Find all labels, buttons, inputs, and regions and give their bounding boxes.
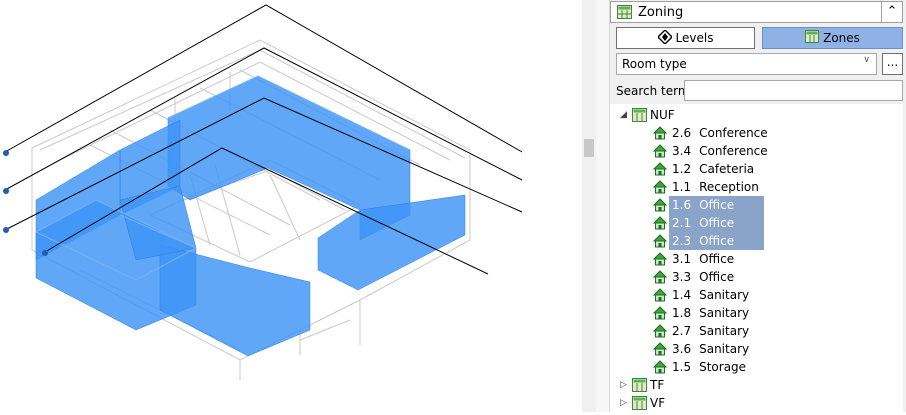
room-name: Office	[699, 234, 735, 248]
tree-item-label: 1.1 Reception	[672, 178, 759, 196]
room-number: 2.7	[672, 324, 692, 338]
levels-button[interactable]: Levels	[616, 27, 755, 49]
panel-splitter[interactable]	[582, 0, 596, 412]
room-number: 3.4	[672, 144, 692, 158]
room-number: 1.6	[672, 198, 692, 212]
tree-group-label: TF	[650, 378, 665, 392]
room-name: Office	[699, 198, 735, 212]
room-number: 2.6	[672, 126, 692, 140]
tree-item[interactable]: 1.5 Storage	[652, 358, 883, 376]
tree-item-label: 2.1 Office	[672, 214, 734, 232]
tree-item[interactable]: 3.6 Sanitary	[652, 340, 883, 358]
chevron-up-icon[interactable]: ⌃	[881, 2, 902, 22]
tree-item[interactable]: 1.1 Reception	[652, 178, 883, 196]
room-number: 3.6	[672, 342, 692, 356]
room-name: Storage	[699, 360, 747, 374]
more-options-button[interactable]: ...	[882, 53, 903, 75]
tree-item[interactable]: 1.2 Cafeteria	[652, 160, 883, 178]
tree-item-label: 1.4 Sanitary	[672, 286, 749, 304]
room-name: Office	[699, 270, 735, 284]
room-name: Sanitary	[699, 306, 750, 320]
room-name: Reception	[699, 180, 759, 194]
search-input[interactable]	[684, 80, 903, 101]
tree-item-label: 1.8 Sanitary	[672, 304, 749, 322]
levels-label: Levels	[675, 31, 714, 45]
tree-item[interactable]: 3.1 Office	[652, 250, 883, 268]
tree-item-label: 1.6 Office	[672, 196, 734, 214]
panel-titlebar: Zoning ⌃	[610, 1, 903, 23]
search-label: Search term	[616, 84, 690, 98]
tree-group-label: VF	[650, 396, 666, 410]
room-name: Sanitary	[699, 342, 750, 356]
room-number: 1.8	[672, 306, 692, 320]
room-name: Conference	[699, 144, 768, 158]
tree-item-label: 3.6 Sanitary	[672, 340, 749, 358]
expand-arrow-icon[interactable]: ▷	[620, 394, 632, 412]
tree-item[interactable]: 3.4 Conference	[652, 142, 883, 160]
tree-item-label: 1.5 Storage	[672, 358, 746, 376]
tree-item[interactable]: 1.6 Office	[652, 196, 883, 214]
zones-icon	[805, 30, 820, 46]
room-name: Cafeteria	[699, 162, 755, 176]
tree-item-label: 3.1 Office	[672, 250, 734, 268]
room-name: Sanitary	[699, 324, 750, 338]
expand-arrow-icon[interactable]: ▷	[620, 376, 632, 394]
room-number: 1.2	[672, 162, 692, 176]
room-number: 1.1	[672, 180, 692, 194]
grouping-combobox[interactable]: Room type ∨	[616, 53, 877, 75]
tree-group[interactable]: ◢ NUF	[620, 106, 900, 124]
isometric-building-model	[3, 4, 523, 380]
tree-item[interactable]: 2.1 Office	[652, 214, 883, 232]
tree-item-label: 2.6 Conference	[672, 124, 768, 142]
tree-item-label: 1.2 Cafeteria	[672, 160, 754, 178]
panel-edge	[596, 0, 610, 412]
tree-item[interactable]: 2.6 Conference	[652, 124, 883, 142]
room-name: Sanitary	[699, 288, 750, 302]
room-name: Office	[699, 216, 735, 230]
zones-button[interactable]: Zones	[762, 27, 903, 49]
collapse-arrow-icon[interactable]: ◢	[620, 106, 632, 124]
panel-title: Zoning	[638, 5, 684, 20]
chevron-down-icon[interactable]: ∨	[863, 55, 870, 65]
3d-viewport[interactable]	[0, 0, 582, 412]
tree-item[interactable]: 1.8 Sanitary	[652, 304, 883, 322]
zoning-panel: Zoning ⌃ Levels Zones Room type ∨ ... Se…	[596, 0, 906, 412]
tree-group[interactable]: ▷ TF	[620, 376, 900, 394]
room-number: 3.3	[672, 270, 692, 284]
grouping-value: Room type	[622, 57, 687, 71]
room-number: 2.1	[672, 216, 692, 230]
room-name: Office	[699, 252, 735, 266]
tree-item-label: 3.4 Conference	[672, 142, 768, 160]
splitter-grip[interactable]	[584, 139, 594, 157]
room-number: 1.5	[672, 360, 692, 374]
zones-table-icon	[617, 5, 632, 22]
zone-group-icon	[632, 396, 647, 415]
zone-group-icon	[632, 108, 647, 127]
tree-item[interactable]: 2.7 Sanitary	[652, 322, 883, 340]
tree-item-label: 2.7 Sanitary	[672, 322, 749, 340]
tree-group[interactable]: ▷ VF	[620, 394, 900, 412]
tree-item[interactable]: 1.4 Sanitary	[652, 286, 883, 304]
tree-item[interactable]: 3.3 Office	[652, 268, 883, 286]
tree-group-label: NUF	[650, 108, 675, 122]
room-name: Conference	[699, 126, 768, 140]
room-number: 1.4	[672, 288, 692, 302]
zones-label: Zones	[823, 31, 860, 45]
room-number: 3.1	[672, 252, 692, 266]
zone-tree[interactable]: ◢ NUF 2.6 Conference 3.4 Conference 1.2 Cafeter…	[610, 104, 903, 412]
tree-item[interactable]: 2.3 Office	[652, 232, 883, 250]
room-number: 2.3	[672, 234, 692, 248]
tree-item-label: 2.3 Office	[672, 232, 734, 250]
tree-item-label: 3.3 Office	[672, 268, 734, 286]
levels-icon	[656, 28, 673, 47]
